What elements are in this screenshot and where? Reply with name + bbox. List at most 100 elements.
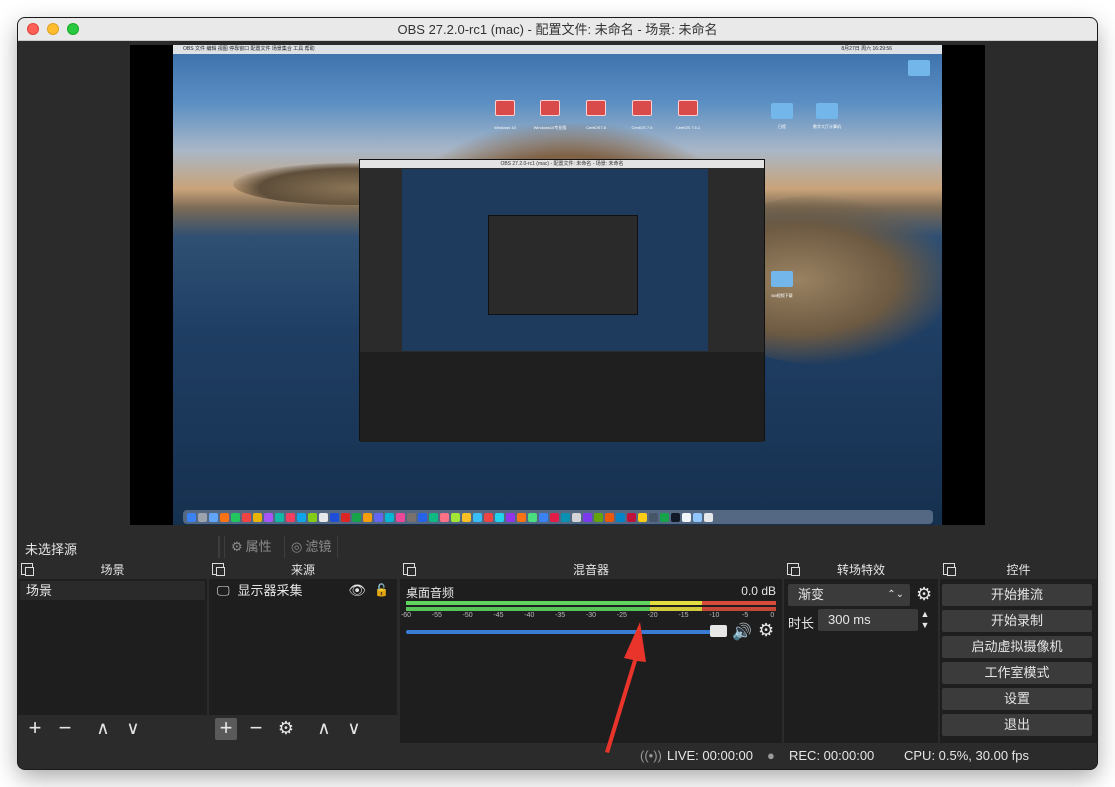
scenes-dock: 场景 场景 + − ∧ ∨ <box>18 561 207 743</box>
audio-track-db: 0.0 dB <box>741 584 776 598</box>
dock-app-icon <box>396 512 405 522</box>
source-name: 显示器采集 <box>237 583 303 598</box>
dock-app-icon <box>671 512 680 522</box>
dock-app-icon <box>605 512 614 522</box>
mac-clock: 8月27日 周六 16:29:56 <box>841 46 892 52</box>
move-up-icon[interactable]: ∧ <box>313 718 335 740</box>
vm-label: Windows 10 <box>494 125 516 130</box>
dock-app-icon <box>242 512 251 522</box>
dock-app-icon <box>363 512 372 522</box>
dock-app-icon <box>308 512 317 522</box>
dock-app-icon <box>187 512 196 522</box>
gear-icon[interactable]: ⚙ <box>275 718 297 740</box>
close-window-button[interactable] <box>27 23 39 35</box>
mac-dock <box>183 510 933 524</box>
dock-app-icon <box>429 512 438 522</box>
lock-icon[interactable]: 🔓 <box>374 581 389 600</box>
zoom-window-button[interactable] <box>67 23 79 35</box>
dock-app-icon <box>264 512 273 522</box>
scenes-header: 场景 <box>18 561 207 579</box>
properties-label: 属性 <box>245 539 272 554</box>
undock-icon[interactable] <box>212 563 225 576</box>
add-scene-button[interactable]: + <box>24 717 46 740</box>
meter-tick: -55 <box>431 612 442 619</box>
move-up-icon[interactable]: ∧ <box>92 718 114 740</box>
folder-label: 数字大厅计算机 <box>813 124 841 129</box>
meter-tick: -45 <box>493 612 504 619</box>
gear-icon[interactable]: ⚙ <box>916 584 932 605</box>
duration-field[interactable]: 300 ms <box>818 609 918 631</box>
transitions-dock: 转场特效 渐变 ⌃⌄ ⚙ 时长 300 ms ▲ ▼ <box>784 561 938 743</box>
speaker-icon[interactable]: 🔊 <box>732 622 752 642</box>
transition-select[interactable]: 渐变 ⌃⌄ <box>788 584 910 606</box>
minimize-window-button[interactable] <box>47 23 59 35</box>
dock-app-icon <box>627 512 636 522</box>
meter-tick: -35 <box>555 612 566 619</box>
duration-stepper[interactable]: ▲ ▼ <box>918 609 932 631</box>
controls-title: 控件 <box>1006 563 1031 577</box>
dock-app-icon <box>374 512 383 522</box>
status-bar: ((•)) LIVE: 00:00:00 ● REC: 00:00:00 CPU… <box>18 743 1097 769</box>
meter-tick: -25 <box>616 612 627 619</box>
start-recording-button[interactable]: 开始录制 <box>942 610 1092 632</box>
dock-app-icon <box>407 512 416 522</box>
volume-meter <box>406 601 776 605</box>
source-toolbar: 未选择源 ⚙ 属性 ◎ 滤镜 <box>18 533 1097 561</box>
filters-button[interactable]: ◎ 滤镜 <box>284 536 339 558</box>
dock-app-icon <box>297 512 306 522</box>
dock-app-icon <box>385 512 394 522</box>
dock-trash-icon <box>704 512 713 522</box>
dock-app-icon <box>462 512 471 522</box>
undock-icon[interactable] <box>943 563 956 576</box>
transitions-title: 转场特效 <box>836 563 885 577</box>
volume-slider-track[interactable] <box>406 630 726 634</box>
remove-scene-button[interactable]: − <box>54 717 76 740</box>
scene-list-item[interactable]: 场景 <box>20 581 205 600</box>
start-virtual-camera-button[interactable]: 启动虚拟摄像机 <box>942 636 1092 658</box>
properties-button[interactable]: ⚙ 属性 <box>224 536 278 558</box>
dock-app-icon <box>341 512 350 522</box>
dock-app-icon <box>506 512 515 522</box>
studio-mode-button[interactable]: 工作室模式 <box>942 662 1092 684</box>
vm-label: CentOS 7.6 <box>631 125 653 130</box>
audio-track-name: 桌面音频 <box>406 586 455 600</box>
remove-source-button[interactable]: − <box>245 717 267 740</box>
undock-icon[interactable] <box>403 563 416 576</box>
dock-app-icon <box>275 512 284 522</box>
nested-title: OBS 27.2.0-rc1 (mac) - 配置文件: 未命名 - 场景: 未… <box>360 160 764 168</box>
mixer-dock: 混音器 桌面音频 0.0 dB -60 -55 -50 -45 -40 -35 … <box>400 561 782 743</box>
scenes-title: 场景 <box>100 563 125 577</box>
vm-icon-centos76 <box>632 100 652 116</box>
source-list-item[interactable]: 🖵 显示器采集 👁 🔓 <box>211 581 395 600</box>
live-status: LIVE: 00:00:00 <box>667 748 754 763</box>
dock-app-icon <box>198 512 207 522</box>
start-streaming-button[interactable]: 开始推流 <box>942 584 1092 606</box>
folder-icon <box>771 271 793 287</box>
add-source-button[interactable]: + <box>215 717 237 740</box>
undock-icon[interactable] <box>21 563 34 576</box>
nested-obs-window: OBS 27.2.0-rc1 (mac) - 配置文件: 未命名 - 场景: 未… <box>359 159 765 442</box>
cpu-status: CPU: 0.5%, 30.00 fps <box>904 748 1030 763</box>
dock-app-icon <box>594 512 603 522</box>
folder-label: 日程 <box>778 124 786 129</box>
sources-header: 来源 <box>209 561 397 579</box>
mixer-title: 混音器 <box>572 563 609 577</box>
exit-button[interactable]: 退出 <box>942 714 1092 736</box>
undock-icon[interactable] <box>787 563 800 576</box>
preview-canvas[interactable]: OBS 文件 编辑 视图 停靠窗口 配置文件 场景集合 工具 帮助 8月27日 … <box>130 45 985 525</box>
eye-icon[interactable]: 👁 <box>348 581 366 600</box>
nested-preview-inner <box>488 215 638 315</box>
chevron-updown-icon: ⌃⌄ <box>887 589 904 600</box>
move-down-icon[interactable]: ∨ <box>343 718 365 740</box>
meter-tick: 0 <box>770 612 775 619</box>
dock-app-icon <box>231 512 240 522</box>
sources-dock: 来源 🖵 显示器采集 👁 🔓 + − ⚙ ∧ ∨ <box>209 561 397 743</box>
move-down-icon[interactable]: ∨ <box>122 718 144 740</box>
volume-slider-handle[interactable] <box>710 625 727 637</box>
gear-icon[interactable]: ⚙ <box>758 620 774 641</box>
settings-button[interactable]: 设置 <box>942 688 1092 710</box>
meter-tick: -40 <box>524 612 535 619</box>
vm-icon-windows10 <box>495 100 515 116</box>
rec-status: REC: 00:00:00 <box>789 748 875 763</box>
controls-dock: 控件 开始推流 开始录制 启动虚拟摄像机 工作室模式 设置 退出 <box>940 561 1097 743</box>
